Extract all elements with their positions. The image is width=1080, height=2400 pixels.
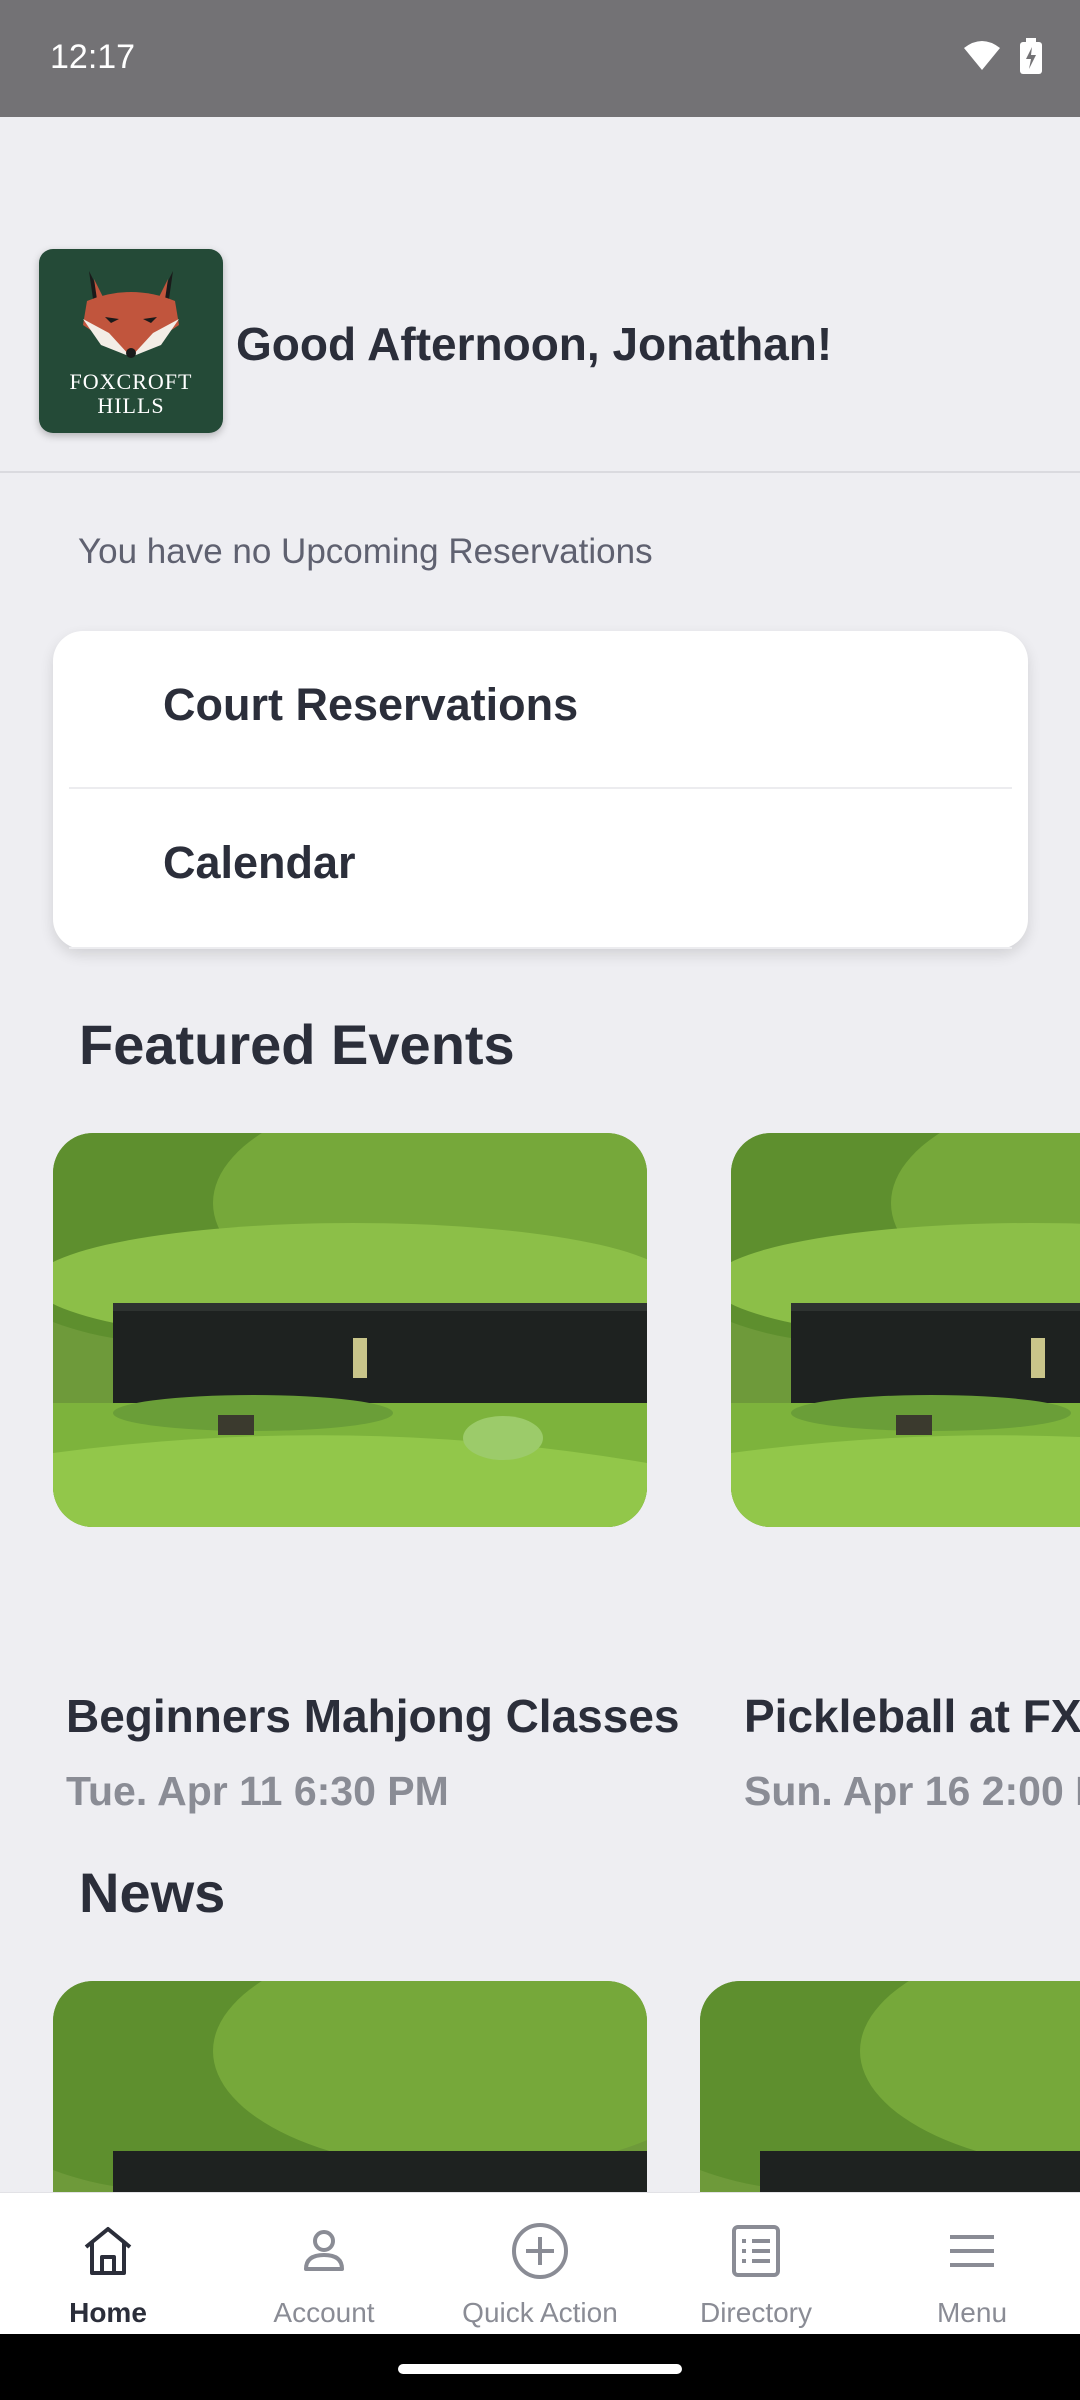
event-date: Sun. Apr 16 2:00 P [744,1768,1080,1814]
status-time: 12:17 [50,38,136,76]
nav-quick-action[interactable]: Quick Action [432,2193,648,2335]
nav-home-label: Home [69,2297,147,2328]
event-date: Tue. Apr 11 6:30 PM [66,1768,449,1814]
event-title: Pickleball at FXI [744,1690,1080,1742]
news-card-image[interactable] [700,1981,1080,2192]
park-courts-image [700,1981,1080,2192]
home-content[interactable]: FOXCROFT HILLS Good Afternoon, Jonathan!… [0,117,1080,2192]
news-card-image[interactable] [53,1981,647,2192]
no-reservations-message: You have no Upcoming Reservations [78,532,653,571]
logo-text-line1: FOXCROFT [69,369,193,394]
nav-account[interactable]: Account [216,2193,432,2335]
status-icons [962,38,1042,74]
status-bar: 12:17 [0,0,1080,117]
nav-quick-action-label: Quick Action [462,2297,618,2328]
nav-directory-label: Directory [699,2297,812,2328]
reservations-menu-card: Court Reservations Calendar [53,631,1028,949]
bottom-nav: Home Account Quick Action Directory Menu [0,2192,1080,2334]
greeting: Good Afternoon, Jonathan! [236,318,833,370]
battery-icon [1020,38,1042,74]
wifi-icon [964,41,1000,70]
header: FOXCROFT HILLS Good Afternoon, Jonathan! [0,117,1080,473]
calendar-label: Calendar [163,837,356,888]
logo-text-line2: HILLS [97,393,165,418]
event-title: Beginners Mahjong Classes [66,1690,680,1742]
park-courts-image [53,1133,647,1527]
calendar-item[interactable]: Calendar [69,791,1012,949]
court-reservations-item[interactable]: Court Reservations [69,631,1012,789]
nav-directory[interactable]: Directory [648,2193,864,2335]
account-icon [304,2230,344,2271]
nav-menu[interactable]: Menu [864,2193,1080,2335]
nav-menu-label: Menu [936,2297,1008,2328]
park-courts-image [53,1981,647,2192]
event-image [731,1133,1080,1527]
nav-home[interactable]: Home [0,2193,216,2335]
plus-circle-icon [512,2223,568,2279]
park-courts-image [731,1133,1080,1527]
featured-events-title: Featured Events [79,1013,515,1076]
home-gesture-pill[interactable] [398,2364,682,2374]
event-image [53,1133,647,1527]
news-title: News [79,1861,226,1924]
hamburger-icon [950,2235,994,2267]
gesture-bar [0,2334,1080,2400]
club-logo: FOXCROFT HILLS [39,249,223,433]
court-reservations-label: Court Reservations [163,679,579,730]
nav-account-label: Account [273,2297,375,2328]
list-icon [732,2225,780,2277]
home-icon [84,2227,132,2275]
